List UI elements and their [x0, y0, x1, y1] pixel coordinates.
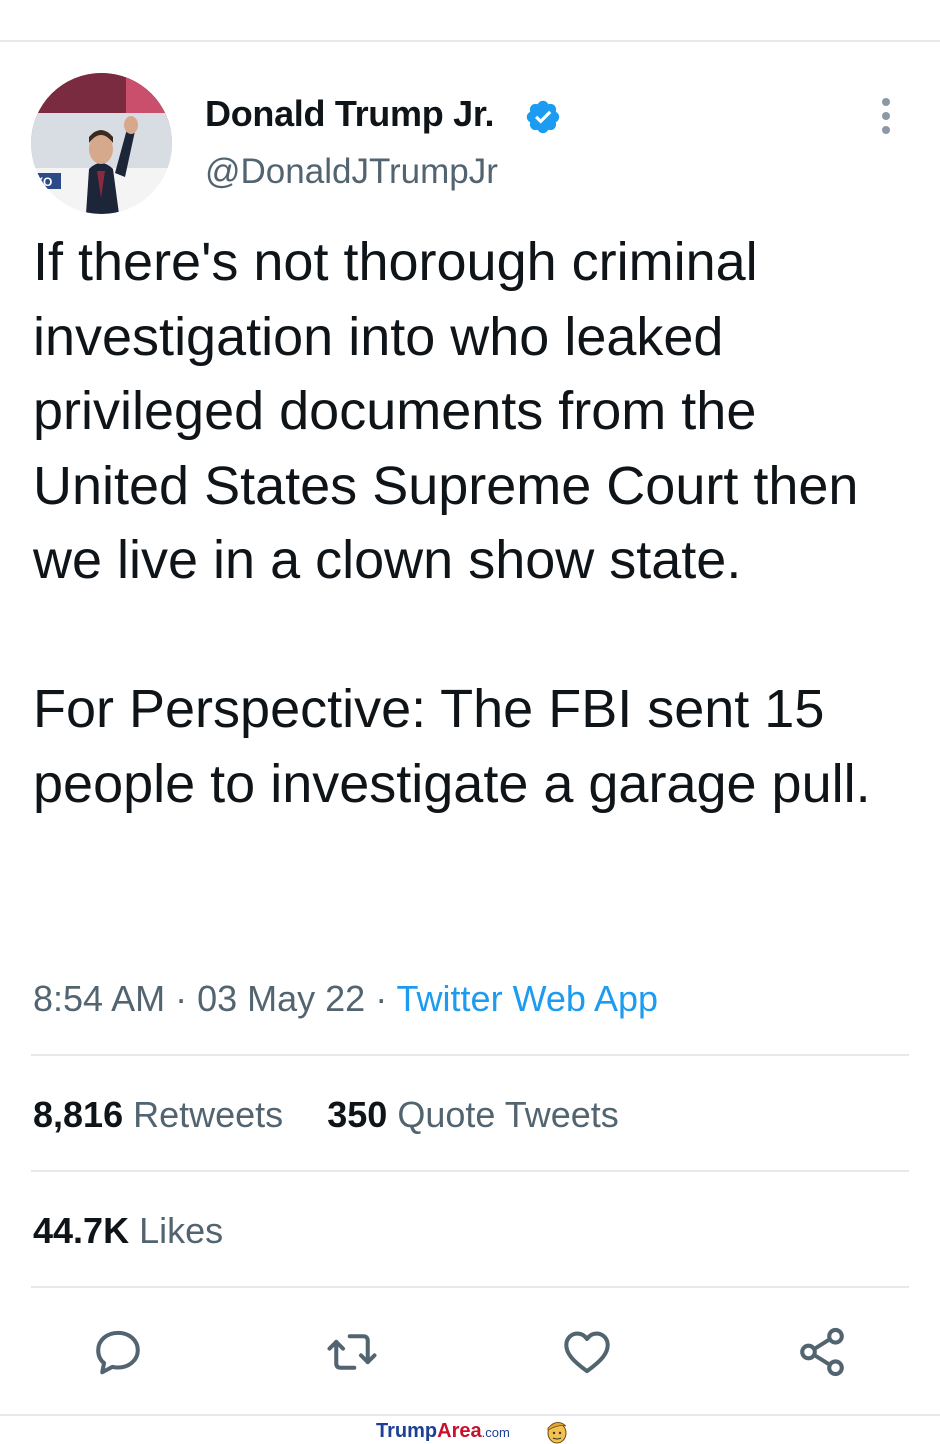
avatar-banner-text: YO [35, 175, 52, 189]
quote-tweets-count: 350 [327, 1094, 388, 1135]
tweet-text: If there's not thorough criminal investi… [33, 232, 871, 814]
divider [31, 1286, 909, 1288]
meta-separator: · [165, 978, 198, 1019]
likes-count: 44.7K [33, 1210, 130, 1251]
tweet-date: 03 May 22 [197, 978, 366, 1019]
watermark-suffix: .com [481, 1425, 510, 1440]
quote-tweets-label: Quote Tweets [397, 1094, 619, 1135]
tweet-source-link[interactable]: Twitter Web App [397, 978, 658, 1019]
retweets-count: 8,816 [33, 1094, 124, 1135]
like-icon[interactable] [560, 1325, 614, 1379]
watermark-brand-part1: Trump [376, 1420, 438, 1442]
profile-photo: YO [31, 73, 172, 214]
meta-separator: · [365, 978, 397, 1019]
retweets-stat[interactable]: 8,816 Retweets [33, 1094, 283, 1135]
divider [31, 1054, 909, 1056]
quote-tweets-stat[interactable]: 350 Quote Tweets [327, 1094, 619, 1135]
top-divider [0, 40, 940, 42]
retweet-icon[interactable] [325, 1325, 379, 1379]
divider [31, 1170, 909, 1172]
share-icon[interactable] [795, 1325, 849, 1379]
more-options-icon[interactable] [872, 96, 900, 136]
bottom-divider [0, 1414, 940, 1416]
reply-icon[interactable] [91, 1325, 145, 1379]
stats-row: 8,816 Retweets 350 Quote Tweets [33, 1094, 619, 1136]
tweet-meta: 8:54 AM · 03 May 22 · Twitter Web App [33, 978, 658, 1020]
tweet-time: 8:54 AM [33, 978, 166, 1019]
likes-label: Likes [139, 1210, 224, 1251]
author-handle[interactable]: @DonaldJTrumpJr [205, 152, 498, 192]
avatar[interactable]: YO [31, 73, 172, 214]
watermark-brand-part2: Area [437, 1420, 482, 1442]
watermark: TrumpArea.com [376, 1420, 510, 1444]
verified-badge-icon [526, 100, 560, 134]
watermark-logo-icon [547, 1422, 567, 1444]
likes-stat[interactable]: 44.7K Likes [33, 1210, 223, 1252]
author-name[interactable]: Donald Trump Jr. [205, 93, 495, 135]
retweets-label: Retweets [133, 1094, 284, 1135]
